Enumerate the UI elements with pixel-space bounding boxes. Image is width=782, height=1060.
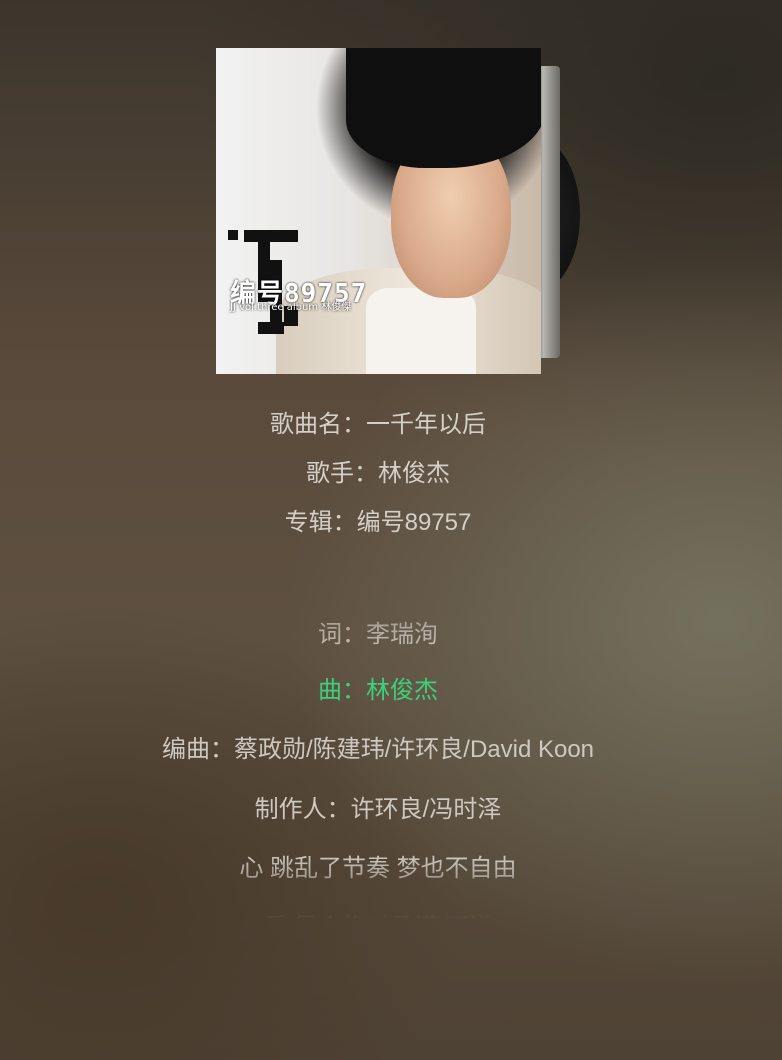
lyric-line[interactable]: 制作人：许环良/冯时泽 xyxy=(0,789,756,824)
lyric-line-active[interactable]: 曲：林俊杰 xyxy=(0,670,756,705)
lyric-line[interactable]: 爱 是个绝对承诺 不说 xyxy=(0,907,756,920)
lyrics-panel[interactable]: 词：李瑞洵 曲：林俊杰 编曲：蔡政勋/陈建玮/许环良/David Koon 制作… xyxy=(0,600,756,920)
lyric-line[interactable]: 词：李瑞洵 xyxy=(0,614,756,649)
song-album: 专辑：编号89757 xyxy=(284,509,472,536)
song-artist: 歌手：林俊杰 xyxy=(306,460,450,487)
lyric-line[interactable]: 心 跳乱了节奏 梦也不自由 xyxy=(0,848,756,883)
lyric-line[interactable]: 编曲：蔡政勋/陈建玮/许环良/David Koon xyxy=(0,729,756,764)
album-art[interactable]: 编号89757 JJ vol.three album 林俊傑 xyxy=(216,48,580,374)
player-page: 编号89757 JJ vol.three album 林俊傑 歌曲名：一千年以后… xyxy=(0,0,782,1060)
song-title: 歌曲名：一千年以后 xyxy=(270,411,486,438)
album-cover-image: 编号89757 JJ vol.three album 林俊傑 xyxy=(216,48,541,374)
album-subtitle-text: JJ vol.three album 林俊傑 xyxy=(230,302,352,313)
